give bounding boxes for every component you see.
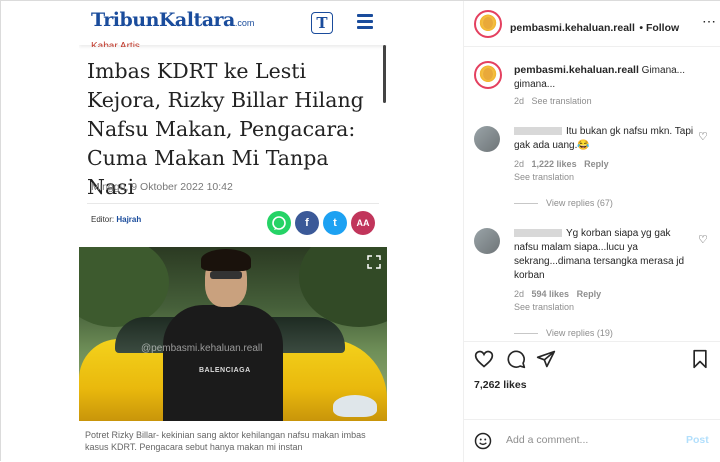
comment-meta: 2d 594 likes Reply	[514, 289, 601, 299]
article-photo[interactable]: BALENCIAGA @pembasmi.kehaluan.reall	[79, 247, 387, 421]
view-replies-clip: View replies (19)	[514, 319, 714, 341]
twitter-share-icon[interactable]: t	[323, 211, 347, 235]
article-editor: Editor: Hajrah	[91, 215, 141, 224]
comment-like-icon[interactable]: ♡	[698, 130, 708, 143]
article-panel: TribunKaltara.com T Kabar Artis Imbas KD…	[1, 1, 463, 462]
account-username[interactable]: pembasmi.kehaluan.reall	[510, 22, 635, 34]
follow-button[interactable]: • Follow	[639, 22, 679, 34]
caption-avatar[interactable]	[474, 61, 502, 89]
comment-item: Itu bukan gk nafsu mkn. Tapi gak ada uan…	[514, 125, 694, 153]
add-comment-input[interactable]: Add a comment...	[506, 434, 588, 446]
more-icon[interactable]: ⋯	[702, 13, 716, 30]
commenter-avatar[interactable]	[474, 228, 500, 254]
tribun-t-icon[interactable]: T	[311, 12, 333, 34]
instagram-panel: pembasmi.kehaluan.reall • Follow ⋯ pemba…	[463, 1, 720, 462]
share-icon[interactable]	[536, 349, 556, 369]
commenter-username-redacted	[514, 229, 562, 238]
article-kicker[interactable]: Kabar Artis	[91, 41, 140, 47]
follow-label: Follow	[645, 22, 680, 34]
comment-age: 2d	[514, 159, 525, 169]
article-date: Minggu, 9 Oktober 2022 10:42	[91, 181, 233, 193]
facebook-share-icon[interactable]: f	[295, 211, 319, 235]
caption-meta: 2d See translation	[514, 96, 592, 106]
comment-reply-button[interactable]: Reply	[577, 289, 602, 299]
comment-meta: 2d 1,222 likes Reply	[514, 159, 609, 169]
comment-age: 2d	[514, 289, 525, 299]
emoji-icon[interactable]	[474, 432, 492, 450]
article-page: TribunKaltara.com T Kabar Artis Imbas KD…	[79, 1, 387, 462]
comment-reply-button[interactable]: Reply	[584, 159, 609, 169]
add-comment-bar: Add a comment... Post	[464, 419, 720, 462]
heart-icon[interactable]	[474, 349, 494, 369]
photo-foliage	[79, 247, 169, 327]
whatsapp-share-icon[interactable]	[267, 211, 291, 235]
comment-see-translation[interactable]: See translation	[514, 302, 574, 312]
view-replies-button[interactable]: View replies (67)	[514, 198, 613, 208]
font-size-button[interactable]: AA	[351, 211, 375, 235]
commenter-avatar[interactable]	[474, 126, 500, 152]
page-scrollbar[interactable]	[383, 45, 386, 103]
site-logo[interactable]: TribunKaltara.com	[91, 9, 254, 31]
photo-headlight	[333, 395, 377, 417]
view-replies-label: View replies (67)	[546, 198, 613, 208]
commenter-username-redacted	[514, 127, 562, 136]
account-avatar[interactable]	[474, 10, 502, 38]
comment-like-icon[interactable]: ♡	[698, 233, 708, 246]
photo-caption: Potret Rizky Billar- kekinian sang aktor…	[85, 430, 366, 452]
site-header: TribunKaltara.com T	[79, 1, 387, 45]
site-logo-suffix: .com	[234, 18, 255, 28]
comment-item: Yg korban siapa yg gak nafsu malam siapa…	[514, 227, 694, 283]
photo-shirt-text: BALENCIAGA	[199, 367, 251, 374]
post-header: pembasmi.kehaluan.reall • Follow ⋯	[464, 1, 720, 47]
comment-icon[interactable]	[506, 349, 526, 369]
photo-watermark: @pembasmi.kehaluan.reall	[141, 343, 263, 354]
expand-icon[interactable]	[367, 255, 381, 272]
site-logo-text: TribunKaltara	[91, 9, 235, 31]
post-caption: pembasmi.kehaluan.reall Gimana... gimana…	[514, 63, 714, 92]
comment-likes[interactable]: 594 likes	[532, 289, 570, 299]
divider	[87, 203, 379, 204]
photo-person-shirt	[163, 305, 283, 421]
editor-name[interactable]: Hajrah	[116, 215, 141, 224]
caption-username[interactable]: pembasmi.kehaluan.reall	[514, 64, 639, 76]
caption-age: 2d	[514, 96, 525, 106]
photo-person-hair	[201, 249, 251, 271]
caption-see-translation[interactable]: See translation	[532, 96, 592, 106]
editor-label: Editor:	[91, 215, 115, 224]
hamburger-menu-icon[interactable]	[357, 14, 373, 29]
post-comment-button[interactable]: Post	[686, 434, 709, 446]
comment-likes[interactable]: 1,222 likes	[532, 159, 577, 169]
post-header-text: pembasmi.kehaluan.reall • Follow	[510, 18, 679, 36]
likes-count[interactable]: 7,262 likes	[474, 379, 527, 391]
view-replies-label: View replies (19)	[546, 328, 613, 338]
bookmark-icon[interactable]	[690, 349, 710, 369]
comment-see-translation[interactable]: See translation	[514, 172, 574, 182]
photo-sunglasses	[210, 271, 242, 279]
screenshot-frame: TribunKaltara.com T Kabar Artis Imbas KD…	[0, 0, 720, 462]
view-replies-button[interactable]: View replies (19)	[514, 328, 613, 338]
